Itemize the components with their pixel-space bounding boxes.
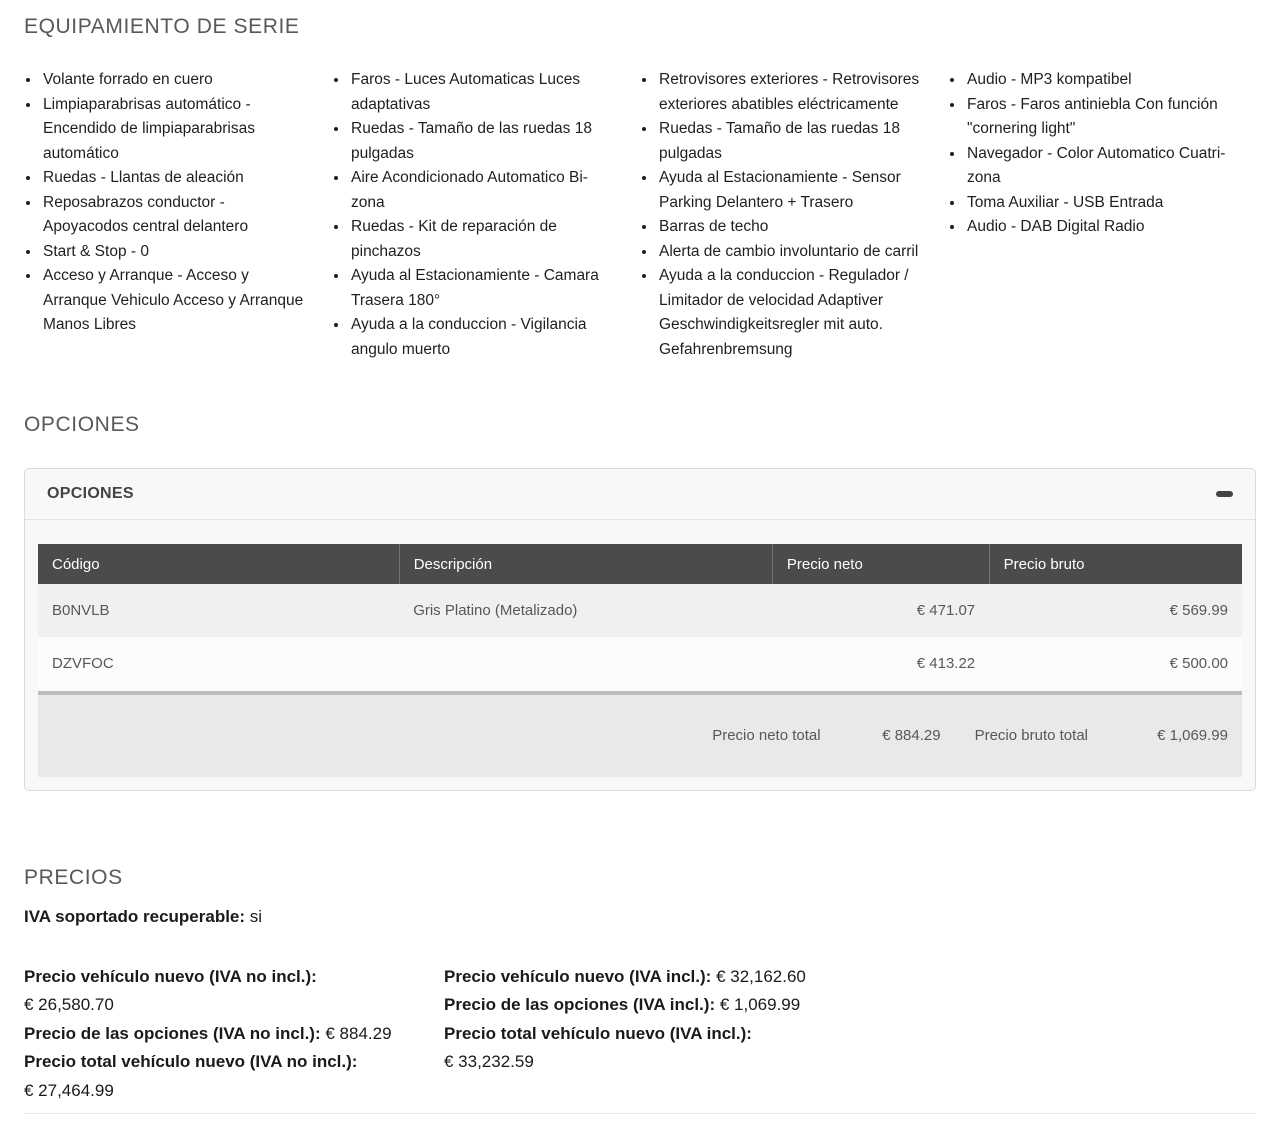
equipment-item: Alerta de cambio involuntario de carril: [657, 240, 922, 265]
options-panel-title: OPCIONES: [47, 485, 134, 503]
cell-precio-bruto: € 569.99: [989, 584, 1242, 637]
equipment-item: Aire Acondicionado Automatico Bi-zona: [349, 166, 614, 215]
equipment-list: Volante forrado en cuero Limpiaparabrisa…: [24, 68, 1256, 362]
equipment-item: Start & Stop - 0: [41, 240, 306, 265]
total-bruto-value: € 1,069.99: [1118, 727, 1228, 744]
equipment-item: Faros - Luces Automaticas Luces adaptati…: [349, 68, 614, 117]
cell-codigo: B0NVLB: [38, 584, 399, 637]
price-item: Precio vehículo nuevo (IVA no incl.): € …: [24, 963, 444, 1020]
vehicle-config-page: EQUIPAMIENTO DE SERIE Volante forrado en…: [0, 0, 1280, 1114]
options-table-header-row: Código Descripción Precio neto Precio br…: [38, 544, 1242, 584]
cell-precio-neto: € 471.07: [772, 584, 989, 637]
prices-section-title: PRECIOS: [24, 863, 1256, 893]
equipment-item: Ruedas - Tamaño de las ruedas 18 pulgada…: [657, 117, 922, 166]
table-row: DZVFOC € 413.22 € 500.00: [38, 637, 1242, 690]
options-table: Código Descripción Precio neto Precio br…: [38, 544, 1242, 691]
equipment-item: Faros - Faros antiniebla Con función "co…: [965, 93, 1230, 142]
equipment-item: Limpiaparabrisas automático - Encendido …: [41, 93, 306, 167]
totals-row: Precio neto total € 884.29 Precio bruto …: [38, 691, 1242, 777]
equipment-item: Volante forrado en cuero: [41, 68, 306, 93]
equipment-item: Reposabrazos conductor - Apoyacodos cent…: [41, 191, 306, 240]
price-item: Precio total vehículo nuevo (IVA incl.):…: [444, 1020, 864, 1077]
total-neto-value: € 884.29: [851, 727, 941, 744]
table-row: B0NVLB Gris Platino (Metalizado) € 471.0…: [38, 584, 1242, 637]
header-precio-neto: Precio neto: [772, 544, 989, 584]
price-column-no-iva: Precio vehículo nuevo (IVA no incl.): € …: [24, 963, 444, 1106]
cell-precio-neto: € 413.22: [772, 637, 989, 690]
equipment-item: Navegador - Color Automatico Cuatri-zona: [965, 142, 1230, 191]
equipment-title: EQUIPAMIENTO DE SERIE: [24, 12, 1256, 42]
bottom-divider: [24, 1113, 1256, 1114]
price-item: Precio total vehículo nuevo (IVA no incl…: [24, 1048, 444, 1105]
equipment-item: Toma Auxiliar - USB Entrada: [965, 191, 1230, 216]
equipment-item: Ayuda a la conduccion - Vigilancia angul…: [349, 313, 614, 362]
iva-value: si: [250, 907, 262, 926]
equipment-item: Audio - DAB Digital Radio: [965, 215, 1230, 240]
equipment-item: Acceso y Arranque - Acceso y Arranque Ve…: [41, 264, 306, 338]
options-panel: OPCIONES Código Descripción Precio neto …: [24, 468, 1256, 791]
header-codigo: Código: [38, 544, 399, 584]
header-descripcion: Descripción: [399, 544, 772, 584]
total-neto-label: Precio neto total: [712, 727, 820, 744]
price-item: Precio de las opciones (IVA incl.): € 1,…: [444, 991, 864, 1020]
equipment-item: Audio - MP3 kompatibel: [965, 68, 1230, 93]
options-panel-body: Código Descripción Precio neto Precio br…: [25, 520, 1255, 790]
equipment-item: Retrovisores exteriores - Retrovisores e…: [657, 68, 922, 117]
total-bruto-label: Precio bruto total: [975, 727, 1088, 744]
equipment-item: Ayuda a la conduccion - Regulador / Limi…: [657, 264, 922, 362]
price-summary: Precio vehículo nuevo (IVA no incl.): € …: [24, 963, 1256, 1106]
equipment-column-1: Volante forrado en cuero Limpiaparabrisa…: [24, 68, 332, 362]
equipment-column-3: Retrovisores exteriores - Retrovisores e…: [640, 68, 948, 362]
equipment-item: Ruedas - Kit de reparación de pinchazos: [349, 215, 614, 264]
cell-descripcion: [399, 637, 772, 690]
iva-line: IVA soportado recuperable: si: [24, 907, 1256, 927]
equipment-item: Ruedas - Llantas de aleación: [41, 166, 306, 191]
equipment-column-2: Faros - Luces Automaticas Luces adaptati…: [332, 68, 640, 362]
cell-descripcion: Gris Platino (Metalizado): [399, 584, 772, 637]
options-panel-header[interactable]: OPCIONES: [25, 469, 1255, 520]
price-item: Precio de las opciones (IVA no incl.): €…: [24, 1020, 444, 1049]
price-column-iva: Precio vehículo nuevo (IVA incl.): € 32,…: [444, 963, 864, 1106]
options-section-title: OPCIONES: [24, 410, 1256, 440]
equipment-item: Ayuda al Estacionamiente - Camara Traser…: [349, 264, 614, 313]
equipment-item: Ayuda al Estacionamiente - Sensor Parkin…: [657, 166, 922, 215]
price-item: Precio vehículo nuevo (IVA incl.): € 32,…: [444, 963, 864, 992]
iva-label: IVA soportado recuperable:: [24, 907, 245, 926]
equipment-item: Ruedas - Tamaño de las ruedas 18 pulgada…: [349, 117, 614, 166]
equipment-column-4: Audio - MP3 kompatibel Faros - Faros ant…: [948, 68, 1256, 362]
cell-codigo: DZVFOC: [38, 637, 399, 690]
collapse-minus-icon[interactable]: [1216, 491, 1233, 497]
equipment-item: Barras de techo: [657, 215, 922, 240]
header-precio-bruto: Precio bruto: [989, 544, 1242, 584]
cell-precio-bruto: € 500.00: [989, 637, 1242, 690]
